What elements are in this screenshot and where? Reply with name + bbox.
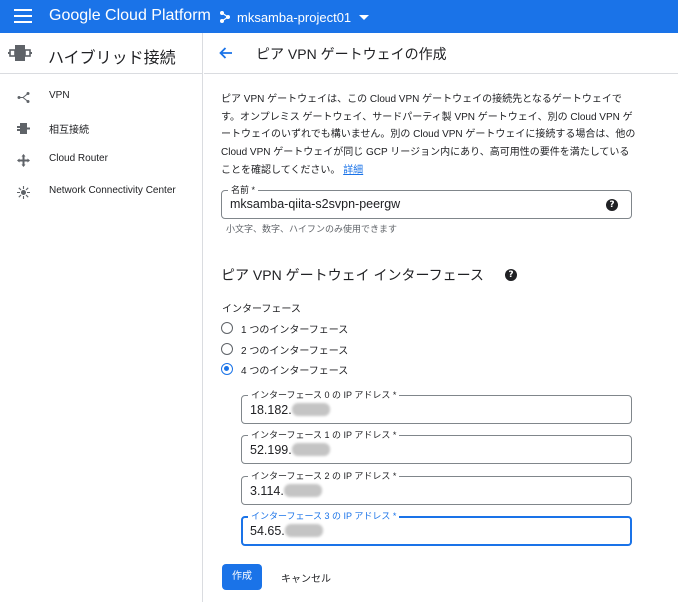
interfaces-label: インターフェース — [222, 304, 301, 315]
interface-0-ip-value: 18.182. — [250, 403, 330, 417]
sidebar-item-vpn[interactable]: VPN — [0, 83, 202, 111]
interface-1-ip-label: インターフェース 1 の IP アドレス * — [248, 429, 400, 441]
radio-circle[interactable] — [221, 322, 233, 334]
sidebar-title: ハイブリッド接続 — [48, 50, 176, 67]
ip-visible-part: 18.182. — [250, 403, 292, 417]
hybrid-connectivity-icon — [8, 45, 32, 61]
description-body: ピア VPN ゲートウェイは、この Cloud VPN ゲートウェイの接続先とな… — [221, 94, 636, 176]
hamburger-menu-icon[interactable] — [14, 9, 32, 23]
redacted-blur — [291, 443, 330, 456]
sidebar-item-cloud-router[interactable]: Cloud Router — [0, 146, 202, 174]
interface-2-ip-label: インターフェース 2 の IP アドレス * — [248, 470, 400, 482]
sidebar-item-label: Network Connectivity Center — [49, 185, 176, 196]
cancel-button[interactable]: キャンセル — [281, 570, 331, 585]
chevron-down-icon — [359, 14, 370, 20]
redacted-blur — [291, 403, 330, 416]
description-text: ピア VPN ゲートウェイは、この Cloud VPN ゲートウェイの接続先とな… — [221, 91, 636, 180]
interface-0-ip-label: インターフェース 0 の IP アドレス * — [248, 389, 400, 401]
ip-visible-part: 54.65. — [250, 524, 285, 538]
help-icon[interactable]: ? — [606, 199, 618, 211]
radio-label: 4 つのインターフェース — [241, 365, 349, 377]
network-connectivity-icon — [17, 186, 30, 199]
radio-circle[interactable] — [221, 363, 233, 375]
radio-four-interfaces[interactable]: 4 つのインターフェース — [221, 362, 349, 377]
sidebar-item-label: 相互接続 — [49, 125, 89, 136]
name-field-value: mksamba-qiita-s2svpn-peergw — [230, 197, 401, 211]
radio-circle[interactable] — [221, 343, 233, 355]
radio-one-interface[interactable]: 1 つのインターフェース — [221, 321, 349, 336]
interfaces-section-title-text: ピア VPN ゲートウェイ インターフェース — [221, 267, 484, 283]
sidebar-item-network-connectivity-center[interactable]: Network Connectivity Center — [0, 178, 202, 206]
create-button[interactable]: 作成 — [222, 564, 262, 590]
redacted-blur — [284, 524, 323, 537]
details-link[interactable]: 詳細 — [343, 165, 363, 176]
project-selector[interactable]: mksamba-project01 — [218, 6, 370, 28]
interface-2-ip-value: 3.114. — [250, 484, 322, 498]
sidebar-header: ハイブリッド接続 — [0, 33, 202, 74]
radio-label: 1 つのインターフェース — [241, 324, 349, 336]
sidebar-item-label: Cloud Router — [49, 153, 108, 164]
interface-3-ip-label: インターフェース 3 の IP アドレス * — [248, 510, 400, 522]
project-hierarchy-icon — [220, 11, 230, 23]
project-name: mksamba-project01 — [237, 9, 352, 25]
back-arrow-icon[interactable] — [219, 46, 233, 60]
interfaces-section-title: ピア VPN ゲートウェイ インターフェース — [221, 265, 484, 285]
sidebar-item-interconnect[interactable]: 相互接続 — [0, 114, 202, 142]
page-header: ピア VPN ゲートウェイの作成 — [204, 33, 678, 74]
interface-1-ip-value: 52.199. — [250, 443, 330, 457]
radio-two-interfaces[interactable]: 2 つのインターフェース — [221, 342, 349, 357]
ip-visible-part: 3.114. — [250, 484, 284, 498]
sidebar-item-label: VPN — [49, 90, 70, 101]
interface-3-ip-value: 54.65. — [250, 524, 323, 538]
vpn-icon — [17, 92, 30, 103]
page-title: ピア VPN ゲートウェイの作成 — [256, 46, 447, 62]
cloud-router-icon — [17, 154, 30, 167]
name-field[interactable]: 名前 * mksamba-qiita-s2svpn-peergw ? — [221, 184, 632, 219]
help-icon[interactable]: ? — [505, 269, 517, 281]
top-app-bar: Google Cloud Platform mksamba-project01 — [0, 0, 678, 33]
name-field-label: 名前 * — [228, 184, 259, 196]
interface-3-ip-field[interactable]: インターフェース 3 の IP アドレス * 54.65. — [241, 510, 632, 546]
redacted-blur — [283, 484, 322, 497]
radio-label: 2 つのインターフェース — [241, 345, 349, 357]
name-field-hint: 小文字、数字、ハイフンのみ使用できます — [226, 224, 398, 234]
sidebar: ハイブリッド接続 VPN 相互接続 Cloud Router Network C… — [0, 33, 203, 602]
ip-visible-part: 52.199. — [250, 443, 292, 457]
brand-title[interactable]: Google Cloud Platform — [49, 7, 211, 25]
interconnect-icon — [17, 123, 30, 134]
interface-0-ip-field[interactable]: インターフェース 0 の IP アドレス * 18.182. — [241, 389, 632, 424]
interface-1-ip-field[interactable]: インターフェース 1 の IP アドレス * 52.199. — [241, 429, 632, 464]
interface-2-ip-field[interactable]: インターフェース 2 の IP アドレス * 3.114. — [241, 470, 632, 505]
